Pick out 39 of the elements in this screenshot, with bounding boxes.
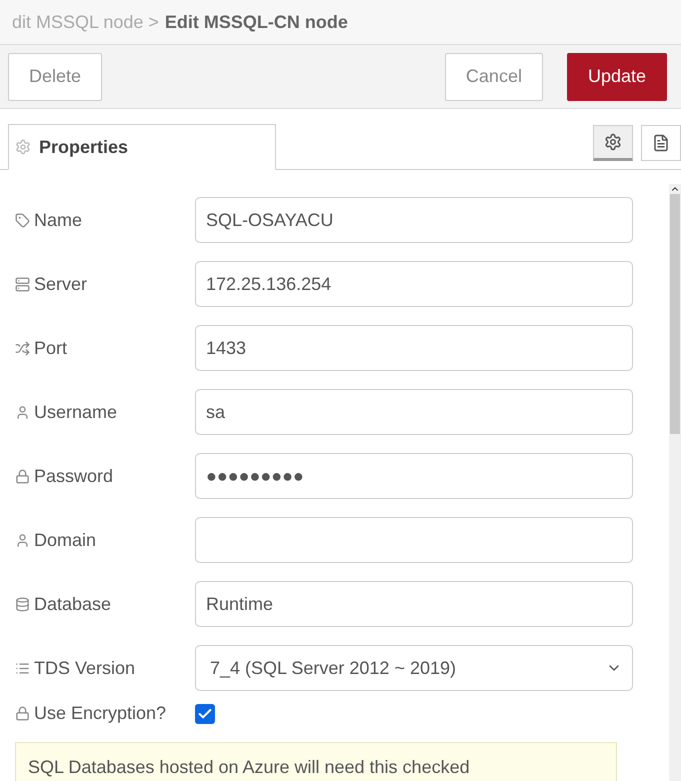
- info-note: SQL Databases hosted on Azure will need this checked: [15, 742, 617, 781]
- field-label: Port: [34, 338, 68, 358]
- input-field[interactable]: Runtime: [195, 581, 633, 627]
- field-label: Server: [34, 274, 88, 294]
- input-field[interactable]: [195, 517, 633, 563]
- field-icon: [15, 596, 30, 612]
- gear-icon: [604, 133, 622, 151]
- input-field[interactable]: sa: [195, 389, 633, 435]
- document-button[interactable]: [641, 125, 681, 161]
- field-icon: [15, 706, 30, 721]
- gear-icon: [15, 139, 31, 155]
- input-field[interactable]: 172.25.136.254: [195, 261, 633, 307]
- properties-tab[interactable]: Properties: [8, 124, 276, 170]
- field-icon: [15, 660, 30, 676]
- checkbox[interactable]: [195, 704, 215, 724]
- field-icon: [15, 340, 30, 356]
- field-label: Name: [34, 210, 82, 230]
- select-field[interactable]: 7_4 (SQL Server 2012 ~ 2019): [195, 645, 633, 691]
- cancel-button[interactable]: Cancel: [444, 52, 543, 100]
- field-label: Domain: [34, 530, 96, 550]
- field-label: TDS Version: [34, 658, 136, 678]
- update-button[interactable]: Update: [566, 52, 667, 100]
- scrollbar[interactable]: [669, 184, 681, 781]
- settings-button[interactable]: [593, 125, 633, 161]
- delete-button[interactable]: Delete: [8, 52, 102, 100]
- field-icon: [15, 404, 30, 420]
- input-field[interactable]: 1433: [195, 325, 633, 371]
- field-label: Use Encryption?: [34, 703, 166, 724]
- field-icon: [15, 212, 30, 228]
- dialog-title: Edit MSSQL-CN node: [164, 12, 348, 32]
- field-label: Database: [34, 594, 112, 614]
- document-icon: [652, 134, 670, 152]
- field-icon: [15, 532, 30, 548]
- input-field[interactable]: ●●●●●●●●●: [195, 453, 633, 499]
- input-field[interactable]: SQL-OSAYACU: [195, 197, 633, 243]
- field-label: Username: [34, 402, 118, 422]
- field-label: Password: [34, 466, 114, 486]
- field-icon: [15, 468, 30, 484]
- field-icon: [15, 276, 30, 292]
